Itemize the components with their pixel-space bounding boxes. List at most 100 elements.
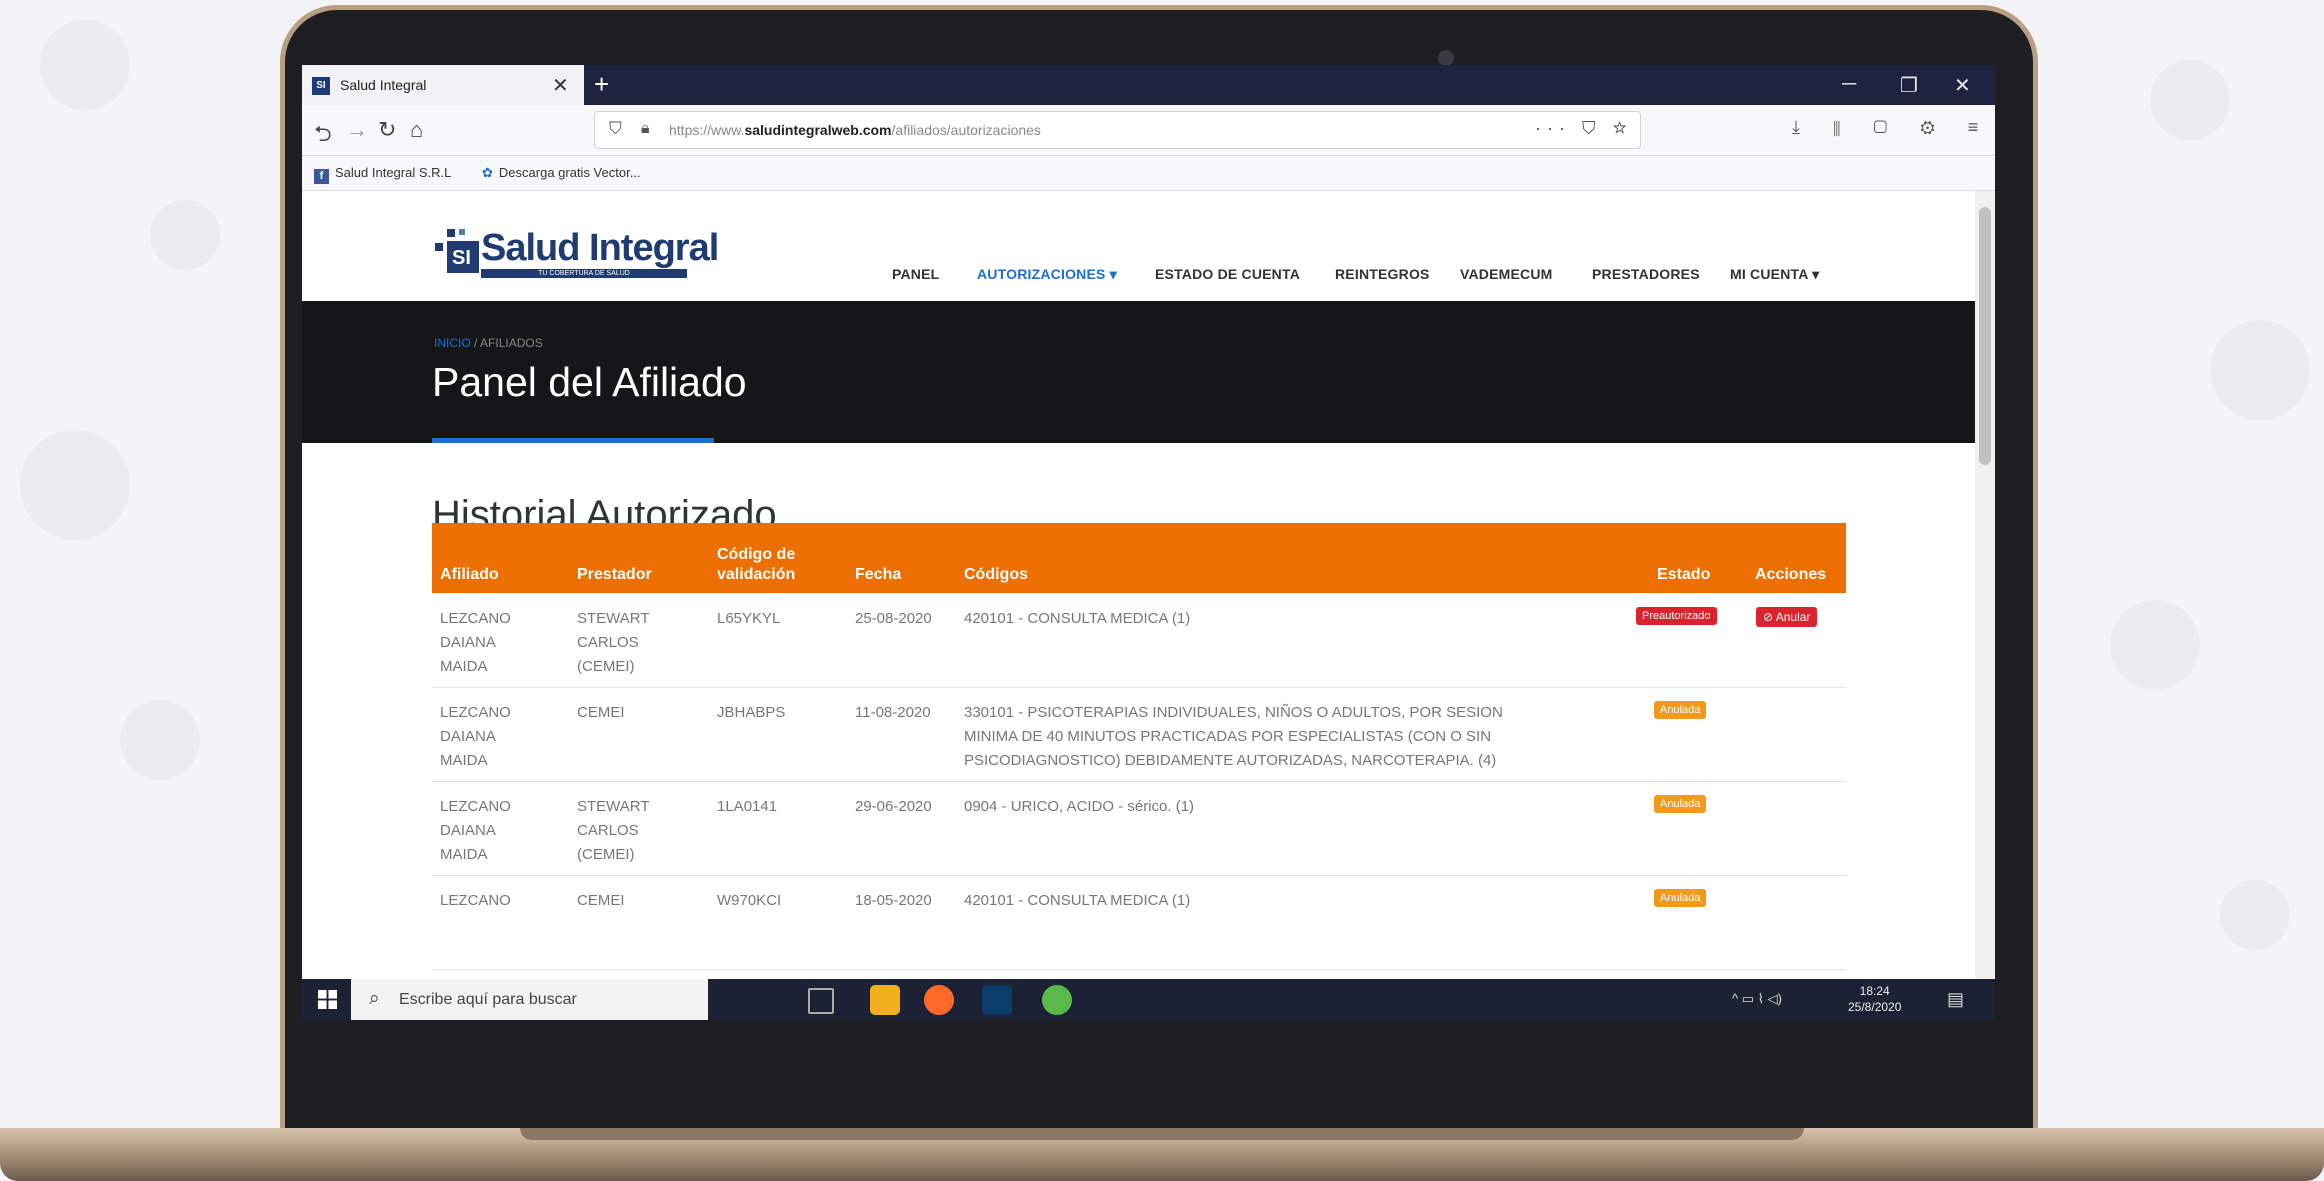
home-icon[interactable]: ⌂	[410, 117, 423, 143]
close-window-icon[interactable]: ✕	[1954, 73, 1971, 98]
tab-title: Salud Integral	[340, 77, 427, 93]
background-dot	[2110, 600, 2200, 690]
breadcrumb-home[interactable]: INICIO	[434, 336, 471, 350]
browser-nav-bar: ⮌ → ↻ ⌂ ⛉ 🔒︎ https://www.saludintegralwe…	[302, 105, 1995, 156]
cell-prestador: STEWART CARLOS (CEMEI)	[577, 798, 650, 863]
page-scrollbar[interactable]	[1975, 191, 1995, 979]
menu-panel[interactable]: PANEL	[892, 266, 939, 282]
toolbar-icons[interactable]: ⤓ ⫴ ▢ ⚙ ≡	[1792, 117, 1992, 138]
cell-afiliado: LEZCANO DAIANA MAIDA	[440, 798, 511, 863]
status-badge: Anulada	[1654, 889, 1707, 907]
background-dot	[2150, 60, 2230, 140]
col-prestador[interactable]: Prestador	[577, 565, 652, 585]
background-dot	[2220, 880, 2290, 950]
status-badge: Preautorizado	[1636, 607, 1717, 625]
col-estado[interactable]: Estado	[1657, 565, 1710, 585]
scrollbar-thumb[interactable]	[1979, 207, 1991, 465]
laptop-screen: SI Salud Integral ✕ + ─ ❐ ✕ ⮌ → ↻ ⌂ ⛉ 🔒︎…	[302, 65, 1995, 1020]
cell-fecha: 29-06-2020	[855, 798, 932, 815]
col-afiliado[interactable]: Afiliado	[440, 565, 499, 585]
browser-tab-bar: SI Salud Integral ✕ + ─ ❐ ✕	[302, 65, 1995, 105]
laptop-notch	[520, 1128, 1804, 1140]
bookmark-item[interactable]: ✿ Descarga gratis Vector...	[482, 165, 641, 181]
page-actions-icon[interactable]: ··· ⛉ ☆	[1535, 118, 1633, 139]
new-tab-button[interactable]: +	[594, 69, 609, 100]
background-dot	[20, 430, 130, 540]
file-explorer-icon[interactable]	[870, 985, 900, 1015]
breadcrumb: INICIO / AFILIADOS	[434, 336, 543, 350]
col-fecha[interactable]: Fecha	[855, 565, 901, 585]
facebook-icon: f	[314, 169, 329, 184]
page-header-banner: INICIO / AFILIADOS Panel del Afiliado	[302, 301, 1975, 443]
table-row: LEZCANO DAIANA MAIDA STEWART CARLOS (CEMEI) …	[432, 781, 1846, 876]
cell-codigo: W970KCI	[717, 892, 782, 909]
col-codigo-validacion[interactable]: Código de validación	[717, 545, 795, 585]
cell-codigo: 1LA0141	[717, 798, 778, 815]
table-row: LEZCANO DAIANA MAIDA STEWART CARLOS (CEMEI) …	[432, 593, 1846, 688]
cell-codigo: L65YKYL	[717, 610, 781, 627]
minimize-icon[interactable]: ─	[1842, 73, 1856, 96]
table-row: LEZCANO CEMEI W970KCI 18-05-2020 420101 …	[432, 875, 1846, 970]
status-badge: Anulada	[1654, 795, 1707, 813]
site-favicon-icon: SI	[312, 77, 330, 95]
title-underline	[432, 438, 714, 443]
breadcrumb-current: AFILIADOS	[480, 336, 543, 350]
menu-reintegros[interactable]: REINTEGROS	[1335, 266, 1430, 282]
menu-mi-cuenta[interactable]: MI CUENTA ▾	[1730, 266, 1819, 283]
shield-icon: ⛉	[609, 119, 622, 138]
cell-codigos: 420101 - CONSULTA MEDICA (1)	[964, 610, 1191, 627]
firefox-icon[interactable]	[924, 985, 954, 1015]
page-title: Panel del Afiliado	[432, 359, 747, 405]
status-badge: Anulada	[1654, 701, 1707, 719]
taskbar-search[interactable]: ⌕ Escribe aquí para buscar	[351, 979, 708, 1020]
cell-afiliado: LEZCANO DAIANA MAIDA	[440, 704, 511, 769]
cell-afiliado: LEZCANO	[440, 892, 511, 909]
lock-icon: 🔒︎	[641, 120, 650, 137]
cell-codigos: 420101 - CONSULTA MEDICA (1)	[964, 892, 1191, 909]
table-header: Afiliado Prestador Código de validación F…	[432, 523, 1846, 593]
cell-codigos: 0904 - URICO, ACIDO - sérico. (1)	[964, 798, 1195, 815]
cell-codigos: 330101 - PSICOTERAPIAS INDIVIDUALES, NIÑ…	[964, 704, 1503, 769]
close-tab-icon[interactable]: ✕	[552, 73, 569, 98]
menu-vademecum[interactable]: VADEMECUM	[1460, 266, 1553, 282]
url-text: https://www.saludintegralweb.com/afiliad…	[669, 122, 1041, 138]
windows-start-icon[interactable]	[318, 990, 337, 1009]
reload-icon[interactable]: ↻	[378, 117, 396, 143]
anular-button[interactable]: ⊘ Anular	[1756, 607, 1818, 627]
cell-prestador: CEMEI	[577, 704, 625, 721]
menu-estado-de-cuenta[interactable]: ESTADO DE CUENTA	[1155, 266, 1300, 282]
background-dot	[2210, 320, 2310, 420]
cell-fecha: 18-05-2020	[855, 892, 932, 909]
cell-prestador: CEMEI	[577, 892, 625, 909]
maximize-icon[interactable]: ❐	[1900, 73, 1918, 98]
search-icon: ⌕	[369, 988, 380, 1009]
bookmark-item[interactable]: f Salud Integral S.R.L	[314, 165, 451, 184]
logo-initials: SI	[452, 247, 471, 269]
col-codigos[interactable]: Códigos	[964, 565, 1028, 585]
cell-afiliado: LEZCANO DAIANA MAIDA	[440, 610, 511, 675]
logo-name: Salud Integral	[481, 227, 719, 269]
col-acciones[interactable]: Acciones	[1755, 565, 1826, 585]
browser-tab[interactable]: SI Salud Integral ✕	[302, 65, 584, 105]
bookmarks-bar: f Salud Integral S.R.L ✿ Descarga gratis V…	[302, 156, 1995, 191]
background-dot	[120, 700, 200, 780]
notification-icon[interactable]: ▤	[1947, 989, 1964, 1010]
corel-icon[interactable]	[1042, 985, 1072, 1015]
menu-autorizaciones[interactable]: AUTORIZACIONES ▾	[977, 266, 1117, 283]
task-view-icon[interactable]	[808, 988, 834, 1014]
table-row: LEZCANO DAIANA MAIDA CEMEI JBHABPS 11-08-2…	[432, 687, 1846, 782]
back-icon[interactable]: ⮌	[314, 117, 332, 155]
search-placeholder: Escribe aquí para buscar	[399, 991, 577, 1008]
taskbar-clock[interactable]: 18:24 25/8/2020	[1848, 983, 1901, 1015]
menu-prestadores[interactable]: PRESTADORES	[1592, 266, 1700, 282]
cell-prestador: STEWART CARLOS (CEMEI)	[577, 610, 650, 675]
webcam	[1438, 50, 1454, 66]
background-dot	[40, 20, 130, 110]
address-bar[interactable]: ⛉ 🔒︎ https://www.saludintegralweb.com/af…	[594, 111, 1641, 149]
photoshop-icon[interactable]	[982, 985, 1012, 1015]
forward-icon[interactable]: →	[346, 117, 368, 143]
vector-icon: ✿	[482, 165, 493, 180]
cell-fecha: 25-08-2020	[855, 610, 932, 627]
cell-fecha: 11-08-2020	[855, 704, 931, 721]
system-tray[interactable]: ^ ▭ ⌇ ◁)	[1732, 991, 1782, 1007]
